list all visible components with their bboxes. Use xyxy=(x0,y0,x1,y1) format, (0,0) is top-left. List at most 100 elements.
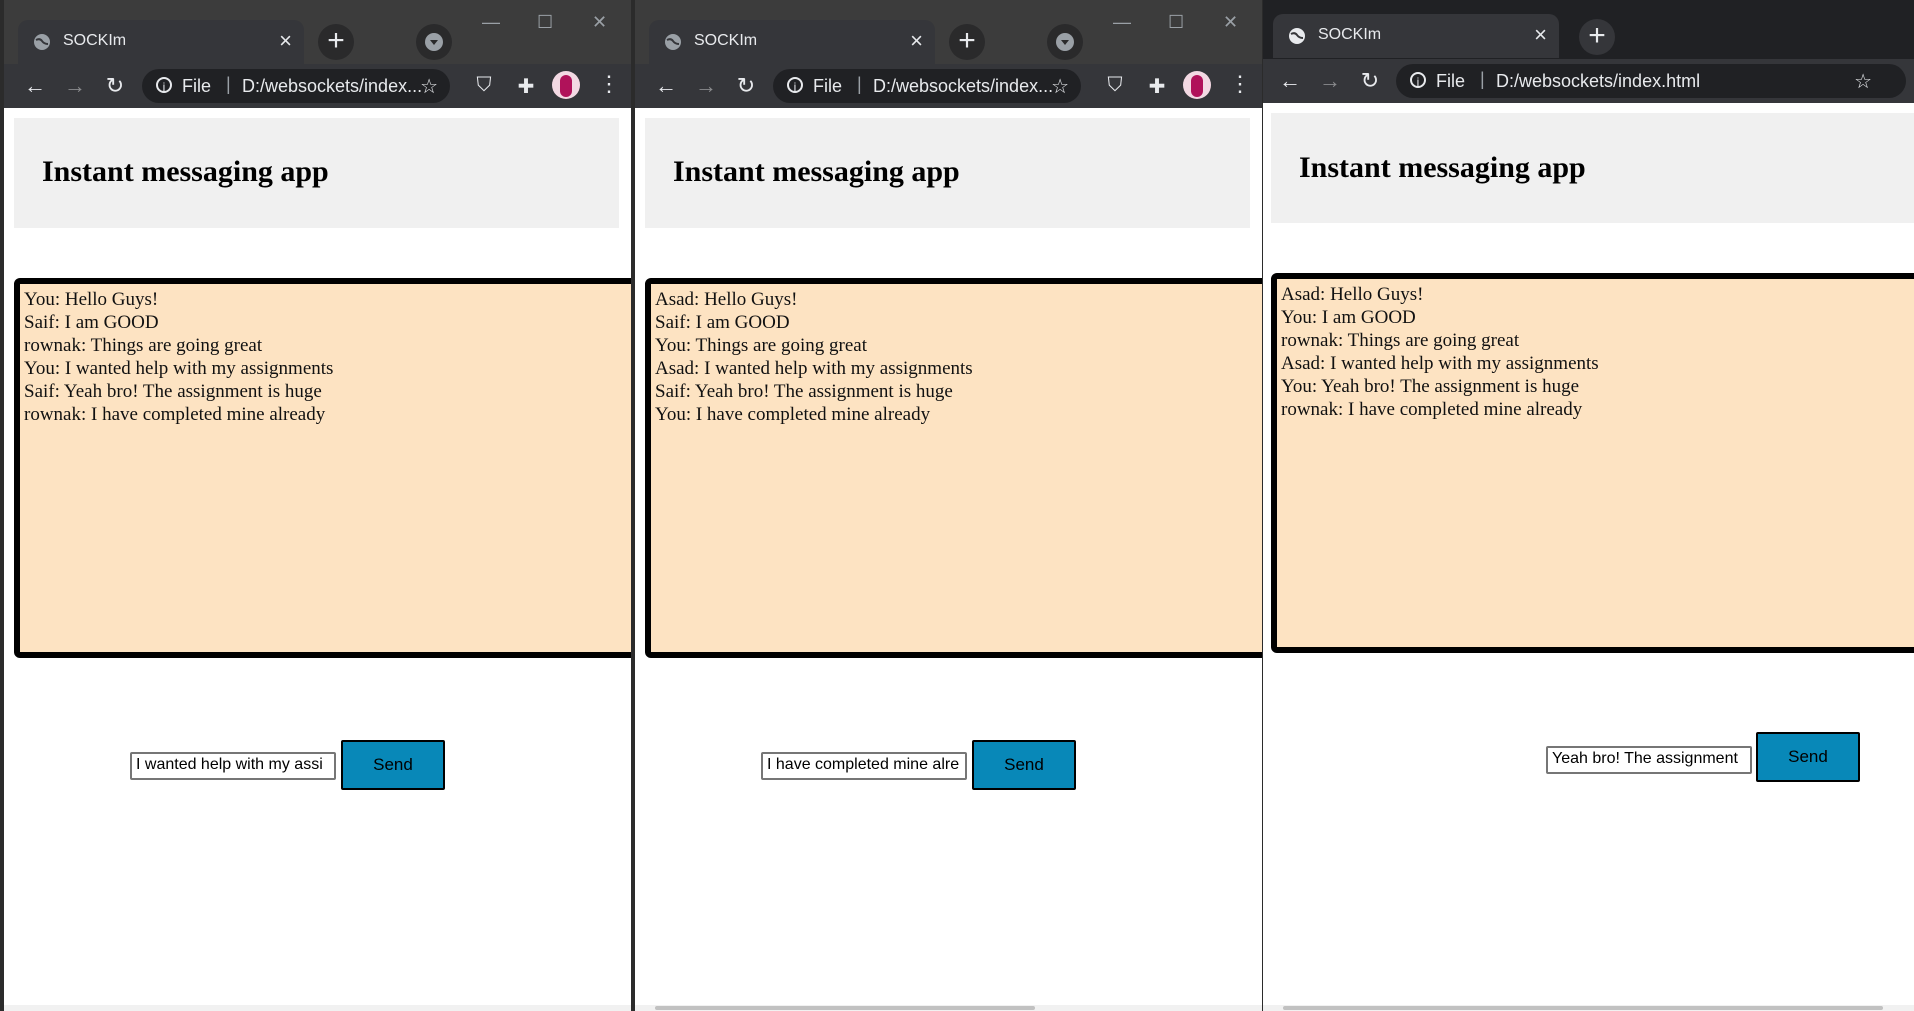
browser-window-1: SOCKIm × + — ☐ ✕ ← → ↻ i File | D:/webso… xyxy=(4,0,631,1011)
puzzle-extension-icon[interactable]: ✚ xyxy=(1145,74,1169,98)
reload-icon[interactable]: ↻ xyxy=(733,73,759,99)
horizontal-scrollbar[interactable] xyxy=(635,1005,1262,1011)
page-title: Instant messaging app xyxy=(42,155,329,188)
address-bar[interactable]: i File | D:/websockets/index... ☆ xyxy=(773,69,1081,103)
browser-toolbar: ← → ↻ i File | D:/websockets/index... ☆ … xyxy=(635,64,1262,108)
page-content: Instant messaging app You: Hello Guys! S… xyxy=(4,108,631,1011)
globe-icon xyxy=(665,34,681,50)
info-icon[interactable]: i xyxy=(1410,72,1426,89)
maximize-icon[interactable]: ☐ xyxy=(1168,12,1184,33)
new-tab-icon[interactable]: + xyxy=(949,24,985,60)
shield-extension-icon[interactable]: ⛉ xyxy=(1103,74,1127,98)
browser-window-2: SOCKIm × + — ☐ ✕ ← → ↻ i File | D:/webso… xyxy=(635,0,1262,1011)
minimize-icon[interactable]: — xyxy=(1113,12,1131,33)
chat-message: rownak: Things are going great xyxy=(24,335,263,356)
browser-window-3: SOCKIm × + ← → ↻ i File | D:/websockets/… xyxy=(1263,0,1914,1011)
page-title: Instant messaging app xyxy=(1299,151,1586,184)
tab-close-icon[interactable]: × xyxy=(279,28,292,54)
browser-toolbar: ← → ↻ i File | D:/websockets/index... ☆ … xyxy=(4,64,631,108)
chat-message: You: Hello Guys! xyxy=(24,289,159,310)
bookmark-star-icon[interactable]: ☆ xyxy=(1051,74,1069,99)
url-scheme: File xyxy=(813,76,843,96)
window-close-icon[interactable]: ✕ xyxy=(1223,12,1238,33)
app-header: Instant messaging app xyxy=(14,118,619,228)
scrollbar-thumb[interactable] xyxy=(1283,1006,1883,1010)
chat-message: You: I have completed mine already xyxy=(655,404,931,425)
forward-icon[interactable]: → xyxy=(62,73,88,99)
chat-message: You: I wanted help with my assignments xyxy=(24,358,334,379)
shield-extension-icon[interactable]: ⛉ xyxy=(472,74,496,98)
menu-icon[interactable]: ⋮ xyxy=(1229,71,1251,97)
bookmark-star-icon[interactable]: ☆ xyxy=(1854,69,1872,94)
message-composer: I wanted help with my assi Send xyxy=(4,740,631,792)
chat-message: Asad: I wanted help with my assignments xyxy=(655,358,973,379)
tab-title: SOCKIm xyxy=(1318,26,1382,43)
minimize-icon[interactable]: — xyxy=(482,12,500,33)
reload-icon[interactable]: ↻ xyxy=(1357,68,1383,94)
chat-box: Asad: Hello Guys! You: I am GOOD rownak:… xyxy=(1271,273,1914,653)
chat-message: Saif: Yeah bro! The assignment is huge xyxy=(24,381,322,402)
bookmark-star-icon[interactable]: ☆ xyxy=(420,74,438,99)
globe-icon xyxy=(34,34,50,50)
chat-message: You: Things are going great xyxy=(655,335,867,356)
maximize-icon[interactable]: ☐ xyxy=(537,12,553,33)
browser-tab[interactable]: SOCKIm × xyxy=(1273,14,1559,58)
forward-icon[interactable]: → xyxy=(1317,68,1343,94)
info-icon[interactable]: i xyxy=(787,77,803,94)
tab-title: SOCKIm xyxy=(694,32,758,49)
message-input[interactable]: I have completed mine alre xyxy=(761,752,967,780)
menu-icon[interactable]: ⋮ xyxy=(598,71,620,97)
chat-box: You: Hello Guys! Saif: I am GOOD rownak:… xyxy=(14,278,631,658)
chat-message: Saif: Yeah bro! The assignment is huge xyxy=(655,381,953,402)
forward-icon[interactable]: → xyxy=(693,73,719,99)
url-scheme: File xyxy=(182,76,212,96)
back-icon[interactable]: ← xyxy=(1277,68,1303,94)
send-button[interactable]: Send xyxy=(972,740,1076,790)
avatar[interactable] xyxy=(552,71,580,99)
window-close-icon[interactable]: ✕ xyxy=(592,12,607,33)
horizontal-scrollbar[interactable] xyxy=(4,1005,631,1011)
puzzle-extension-icon[interactable]: ✚ xyxy=(514,74,538,98)
tab-search-icon[interactable] xyxy=(416,24,452,60)
back-icon[interactable]: ← xyxy=(653,73,679,99)
url-separator: | xyxy=(1480,69,1485,89)
message-input[interactable]: Yeah bro! The assignment xyxy=(1546,746,1752,774)
chat-message: rownak: I have completed mine already xyxy=(1281,399,1583,420)
browser-tab[interactable]: SOCKIm × xyxy=(649,20,935,64)
scrollbar-thumb[interactable] xyxy=(655,1006,1035,1010)
browser-toolbar: ← → ↻ i File | D:/websockets/index.html … xyxy=(1263,59,1914,103)
tab-close-icon[interactable]: × xyxy=(910,28,923,54)
address-bar[interactable]: i File | D:/websockets/index... ☆ xyxy=(142,69,450,103)
new-tab-icon[interactable]: + xyxy=(1579,19,1615,55)
avatar[interactable] xyxy=(1183,71,1211,99)
info-icon[interactable]: i xyxy=(156,77,172,94)
chat-message: Asad: Hello Guys! xyxy=(1281,284,1424,305)
tab-title: SOCKIm xyxy=(63,32,127,49)
page-title: Instant messaging app xyxy=(673,155,960,188)
message-composer: Yeah bro! The assignment Send xyxy=(1263,732,1890,788)
send-button[interactable]: Send xyxy=(341,740,445,790)
tab-close-icon[interactable]: × xyxy=(1534,22,1547,48)
new-tab-icon[interactable]: + xyxy=(318,24,354,60)
chat-box: Asad: Hello Guys! Saif: I am GOOD You: T… xyxy=(645,278,1262,658)
horizontal-scrollbar[interactable] xyxy=(1263,1005,1914,1011)
url-separator: | xyxy=(857,74,862,94)
chat-message: Saif: I am GOOD xyxy=(655,312,790,333)
title-bar: SOCKIm × + — ☐ ✕ xyxy=(635,0,1262,64)
browser-tab[interactable]: SOCKIm × xyxy=(18,20,304,64)
back-icon[interactable]: ← xyxy=(22,73,48,99)
address-bar[interactable]: i File | D:/websockets/index.html ☆ xyxy=(1396,64,1906,98)
send-button[interactable]: Send xyxy=(1756,732,1860,782)
page-content: Instant messaging app Asad: Hello Guys! … xyxy=(1263,103,1914,1011)
url-text: D:/websockets/index... xyxy=(242,76,423,96)
tab-search-icon[interactable] xyxy=(1047,24,1083,60)
message-input[interactable]: I wanted help with my assi xyxy=(130,752,336,780)
chat-message: rownak: I have completed mine already xyxy=(24,404,326,425)
reload-icon[interactable]: ↻ xyxy=(102,73,128,99)
globe-icon xyxy=(1289,28,1305,44)
chat-message: Saif: I am GOOD xyxy=(24,312,159,333)
url-scheme: File xyxy=(1436,71,1466,91)
chat-message: rownak: Things are going great xyxy=(1281,330,1520,351)
app-header: Instant messaging app xyxy=(645,118,1250,228)
title-bar: SOCKIm × + — ☐ ✕ xyxy=(4,0,631,64)
